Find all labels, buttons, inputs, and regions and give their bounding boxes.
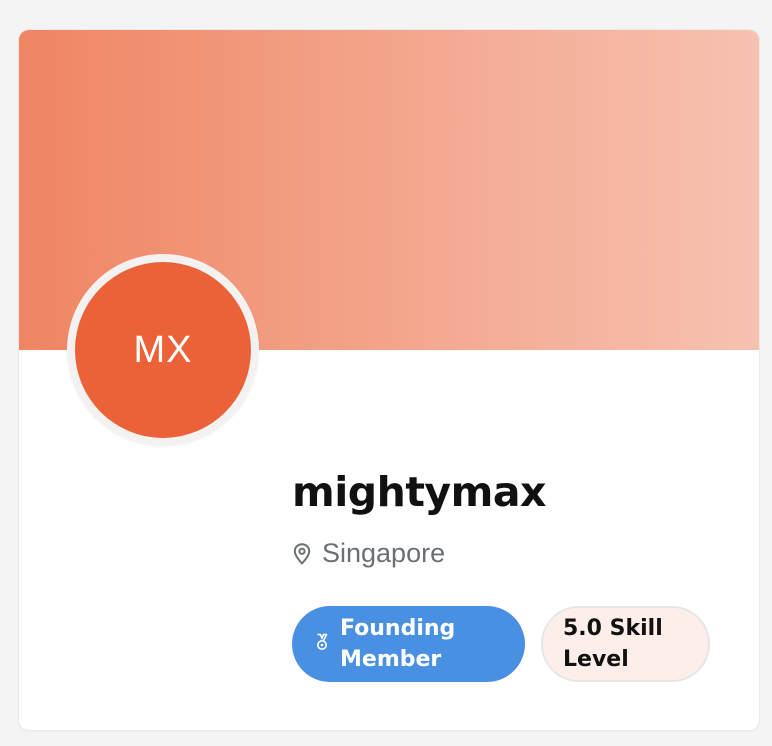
avatar[interactable]: MX bbox=[75, 262, 251, 438]
location: Singapore bbox=[292, 538, 445, 569]
avatar-initials: MX bbox=[133, 328, 193, 371]
location-text: Singapore bbox=[322, 538, 446, 568]
skill-level-badge: 5.0 Skill Level bbox=[541, 606, 710, 682]
medal-icon bbox=[314, 633, 330, 656]
founding-member-label: Founding Member bbox=[340, 616, 456, 672]
username: mightymax bbox=[292, 468, 546, 516]
founding-member-badge: Founding Member bbox=[292, 606, 525, 682]
badge-list: Founding Member 5.0 Skill Level bbox=[292, 606, 710, 682]
skill-level-label: 5.0 Skill Level bbox=[563, 616, 663, 672]
map-pin-icon bbox=[292, 542, 312, 566]
profile-card: MX mightymax Singapore Founding Member 5… bbox=[19, 30, 759, 730]
avatar-ring: MX bbox=[67, 254, 259, 446]
